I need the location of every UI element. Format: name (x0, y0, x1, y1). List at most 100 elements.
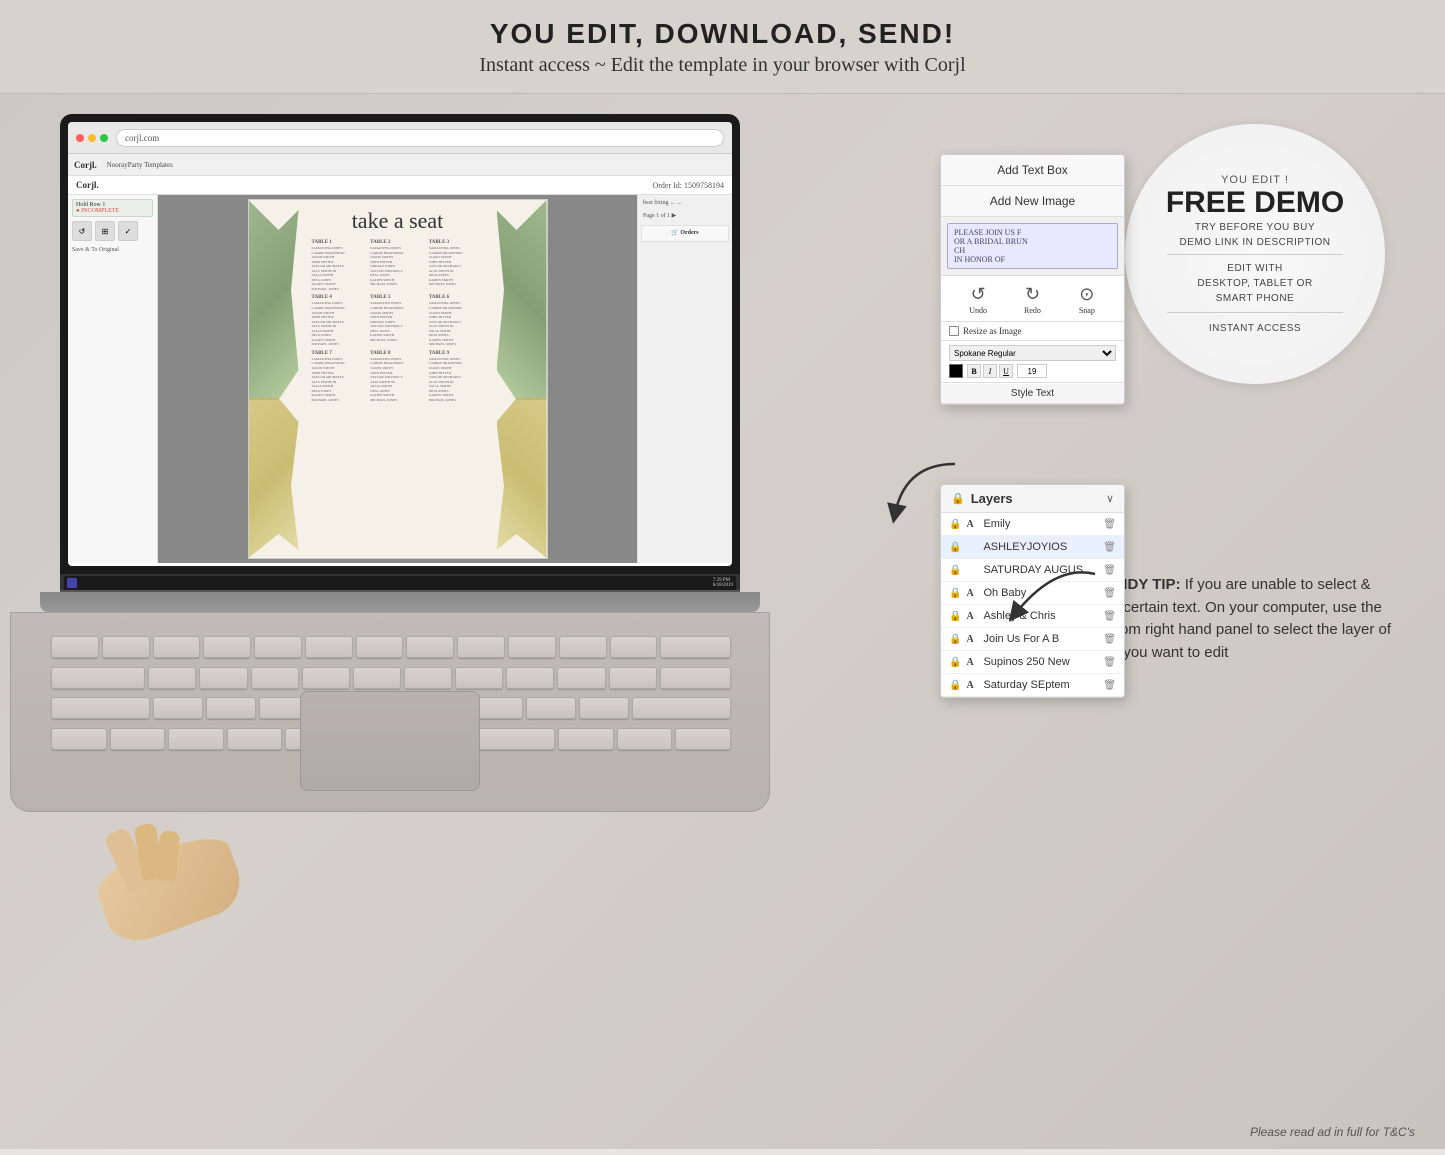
layer-join-text-icon: A (966, 634, 978, 645)
fdc-edit-with: EDIT WITH (1227, 261, 1282, 276)
sidebar-icon-2[interactable]: ⊞ (95, 221, 115, 241)
add-new-image-button[interactable]: Add New Image (941, 186, 1124, 217)
fdc-demo-link: DEMO LINK IN DESCRIPTION (1180, 237, 1331, 248)
layer-saturday-lock-icon: 🔒 (949, 565, 961, 576)
resize-image-label: Resize as Image (963, 326, 1021, 336)
key-r (203, 636, 251, 658)
layer-emily[interactable]: 🔒 A Emily 🗑 (941, 513, 1124, 536)
laptop-screen-inner: corjl.com Corjl. NoorayParty Templates C… (68, 122, 732, 566)
layers-chevron-icon[interactable]: ∨ (1106, 492, 1114, 505)
fdc-you-edit: YOU EDIT ! (1221, 174, 1289, 186)
minimize-window-button[interactable] (88, 134, 96, 142)
key-delete (660, 636, 731, 658)
key-ctrl (110, 728, 166, 750)
layers-header: 🔒 Layers ∨ (941, 485, 1124, 513)
layer-supinos-text-icon: A (966, 657, 978, 668)
table-8: TABLE 8 SAMANTHA JONESCARRIE BRADSHAWJAS… (370, 351, 425, 402)
editor-left-sidebar: Hold Row 1 ● INCOMPLETE ↺ ⊞ ✓ Save & To … (68, 195, 158, 563)
orders-label: 🛒 Orders (645, 229, 725, 236)
color-swatch[interactable] (949, 364, 963, 378)
browser-traffic-lights (76, 134, 108, 142)
floral-bottom-left (249, 398, 299, 558)
snap-tool[interactable]: ⊙ Snap (1075, 282, 1099, 315)
preview-line2: OR A BRIDAL BRUN (954, 237, 1111, 246)
corjl-header: Corjl. Order Id: 1509758194 (68, 176, 732, 195)
key-bracket-l (559, 636, 607, 658)
underline-button[interactable]: U (999, 364, 1013, 378)
layer-ac-text-icon: A (966, 611, 978, 622)
orders-area: 🛒 Orders (641, 225, 729, 242)
maximize-window-button[interactable] (100, 134, 108, 142)
redo-tool[interactable]: ↻ Redo (1020, 282, 1044, 315)
snap-icon: ⊙ (1075, 282, 1099, 306)
sidebar-icon-1[interactable]: ↺ (72, 221, 92, 241)
table-8-header: TABLE 8 (370, 351, 425, 356)
layer-join-delete-icon[interactable]: 🗑 (1103, 634, 1116, 645)
layer-emily-delete-icon[interactable]: 🗑 (1103, 519, 1116, 530)
table-2-names: SAMANTHA JONESCARRIE BRADSHAWJASON SMITH… (370, 246, 425, 287)
laptop-keyboard (10, 612, 770, 812)
font-size-input[interactable] (1017, 364, 1047, 378)
table-1-names: SAMANTHA JONESCARRIE BRADSHAWJASON SMITH… (312, 246, 367, 291)
layer-supinos-delete-icon[interactable]: 🗑 (1103, 657, 1116, 668)
table-9-names: SAMANTHA JONESCARRIE BRADSHAWJASON SMITH… (429, 357, 484, 402)
browser-chrome: corjl.com (68, 122, 732, 154)
key-u (356, 636, 404, 658)
preview-card: PLEASE JOIN US F OR A BRIDAL BRUN CH IN … (947, 223, 1118, 269)
bold-button[interactable]: B (967, 364, 981, 378)
italic-button[interactable]: I (983, 364, 997, 378)
layer-oh-baby-lock-icon: 🔒 (949, 588, 961, 599)
key-e (153, 636, 201, 658)
touchpad[interactable] (300, 691, 480, 791)
key-row-1 (51, 633, 731, 661)
fdc-free-demo: FREE DEMO (1166, 188, 1344, 218)
close-window-button[interactable] (76, 134, 84, 142)
key-semicolon (609, 667, 657, 689)
layer-emily-text-icon: A (966, 519, 978, 530)
fdc-instant-access: INSTANT ACCESS (1209, 323, 1301, 334)
key-shift-l (51, 697, 150, 719)
sidebar-hint: Save & To Original (72, 247, 153, 253)
canvas-area[interactable]: take a seat TABLE 1 SAMANTHA JONESCARRIE… (158, 195, 637, 563)
preview-area: PLEASE JOIN US F OR A BRIDAL BRUN CH IN … (941, 217, 1124, 276)
layers-title: Layers (971, 491, 1013, 506)
sidebar-icon-3[interactable]: ✓ (118, 221, 138, 241)
table-5: TABLE 5 SAMANTHA JONESCARRIE BRADSHAWJAS… (370, 295, 425, 346)
arrow-to-layers (1005, 554, 1105, 639)
key-p (508, 636, 556, 658)
layer-oh-baby-delete-icon[interactable]: 🗑 (1103, 588, 1116, 599)
layer-saturday-septem[interactable]: 🔒 A Saturday SEptem 🗑 (941, 674, 1124, 697)
resize-image-checkbox[interactable] (949, 326, 959, 336)
key-fn (51, 728, 107, 750)
layer-supinos[interactable]: 🔒 A Supinos 250 New 🗑 (941, 651, 1124, 674)
undo-tool[interactable]: ↺ Undo (966, 282, 990, 315)
address-bar[interactable]: corjl.com (116, 129, 724, 147)
table-5-names: SAMANTHA JONESCARRIE BRADSHAWJASON SMITH… (370, 301, 425, 342)
style-text-button[interactable]: Style Text (941, 384, 1124, 404)
table-1: TABLE 1 SAMANTHA JONESCARRIE BRADSHAWJAS… (312, 240, 367, 291)
table-7: TABLE 7 SAMANTHA JONESCARRIE BRADSHAWJAS… (312, 351, 367, 402)
browser-toolbar: Corjl. NoorayParty Templates (68, 154, 732, 176)
redo-icon: ↻ (1020, 282, 1044, 306)
add-text-box-button[interactable]: Add Text Box (941, 155, 1124, 186)
font-area: Spokane Regular B I U (941, 341, 1124, 383)
laptop-area: corjl.com Corjl. NoorayParty Templates C… (30, 114, 810, 1014)
floating-panel: Add Text Box Add New Image PLEASE JOIN U… (940, 154, 1125, 405)
layer-ac-delete-icon[interactable]: 🗑 (1103, 611, 1116, 622)
key-j (455, 667, 503, 689)
handy-tip-text: HANDY TIP: If you are unable to select &… (1095, 574, 1395, 664)
taskbar-start[interactable] (67, 578, 77, 588)
layer-sat-delete-icon[interactable]: 🗑 (1103, 680, 1116, 691)
font-select[interactable]: Spokane Regular (949, 345, 1116, 361)
layer-ashley-delete-icon[interactable]: 🗑 (1103, 542, 1116, 553)
key-a (148, 667, 196, 689)
resize-image-option: Resize as Image (941, 322, 1124, 341)
key-g (353, 667, 401, 689)
key-m (472, 697, 522, 719)
laptop-base (40, 592, 760, 612)
layer-supinos-lock-icon: 🔒 (949, 657, 961, 668)
top-banner: YOU EDIT, DOWNLOAD, SEND! Instant access… (0, 0, 1445, 94)
key-h (404, 667, 452, 689)
layer-saturday-delete-icon[interactable]: 🗑 (1103, 565, 1116, 576)
key-t (254, 636, 302, 658)
